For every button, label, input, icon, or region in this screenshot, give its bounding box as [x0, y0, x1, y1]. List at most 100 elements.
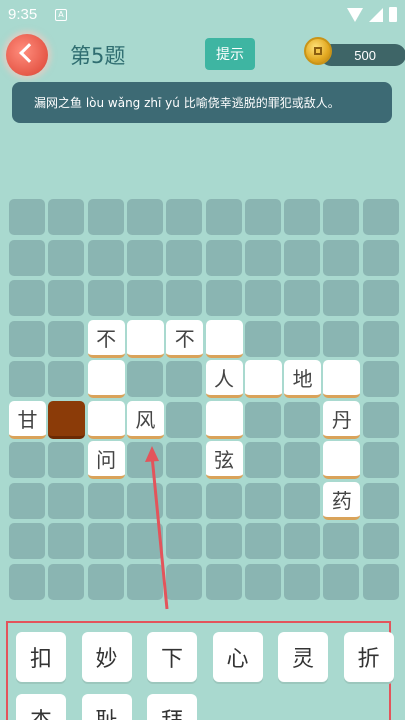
grid-cell	[87, 239, 124, 276]
grid-cell	[166, 239, 203, 276]
choice-character-button[interactable]: 耻	[81, 694, 132, 720]
grid-cell	[362, 523, 399, 559]
grid-cell	[87, 280, 124, 316]
grid-cell	[126, 239, 163, 276]
coin-icon	[304, 37, 332, 65]
grid-cell	[362, 401, 399, 438]
grid-cell	[166, 523, 203, 559]
letter-tile[interactable]: 问	[87, 441, 125, 479]
letter-tile[interactable]: 风	[126, 400, 164, 439]
grid-cell	[166, 199, 203, 235]
letter-tile[interactable]: 丹	[323, 400, 361, 439]
grid-cell	[323, 563, 360, 600]
grid-cell	[48, 563, 85, 600]
grid-cell	[244, 523, 281, 559]
grid-cell	[244, 563, 281, 600]
grid-cell	[284, 442, 321, 478]
choice-character-button[interactable]: 灵	[278, 632, 328, 682]
grid-cell	[48, 442, 85, 478]
letter-tile[interactable]: 甘	[9, 400, 46, 439]
signal-icon	[369, 7, 383, 22]
letter-tile[interactable]: 弦	[205, 441, 243, 479]
status-bar: 9:35 A	[0, 0, 405, 30]
grid-cell	[166, 280, 203, 316]
blank-tile[interactable]	[126, 319, 164, 358]
coin-balance: 500	[320, 44, 405, 66]
grid-cell	[284, 401, 321, 438]
chevron-left-icon	[19, 43, 39, 63]
blank-tile[interactable]	[87, 360, 125, 398]
grid-cell	[9, 199, 45, 235]
grid-cell	[87, 523, 124, 559]
grid-cell	[362, 361, 399, 397]
choice-character-button[interactable]: 折	[343, 632, 394, 682]
choice-character-button[interactable]: 扣	[16, 632, 66, 682]
grid-cell	[205, 563, 242, 600]
grid-cell	[205, 482, 242, 519]
choice-character-button[interactable]: 妙	[81, 632, 132, 682]
letter-tile[interactable]: 药	[323, 481, 361, 520]
grid-cell	[244, 442, 281, 478]
status-time: 9:35	[8, 6, 38, 23]
blank-tile[interactable]	[323, 441, 361, 479]
letter-tile[interactable]: 人	[205, 360, 243, 398]
grid-cell	[48, 239, 85, 276]
letter-tile[interactable]: 地	[284, 360, 322, 398]
grid-cell	[9, 239, 45, 276]
grid-cell	[48, 320, 85, 357]
letter-tile[interactable]: 不	[87, 319, 125, 358]
blank-tile[interactable]	[205, 400, 243, 439]
grid-cell	[284, 239, 321, 276]
grid-cell	[244, 199, 281, 235]
selected-blank-tile[interactable]	[48, 400, 86, 439]
grid-cell	[362, 563, 399, 600]
blank-tile[interactable]	[205, 319, 243, 358]
clue-text: 漏网之鱼 lòu wǎng zhī yú 比喻侥幸逃脱的罪犯或敌人。	[34, 96, 340, 110]
blank-tile[interactable]	[323, 360, 361, 398]
grid-cell	[9, 320, 45, 357]
grid-cell	[284, 523, 321, 559]
blank-tile[interactable]	[244, 360, 282, 398]
grid-cell	[126, 199, 163, 235]
grid-cell	[362, 280, 399, 316]
grid-cell	[48, 280, 85, 316]
grid-cell	[284, 320, 321, 357]
choice-character-button[interactable]: 拜	[147, 694, 197, 720]
grid-cell	[9, 563, 45, 600]
choice-character-button[interactable]: 杰	[16, 694, 66, 720]
wifi-icon	[347, 7, 363, 22]
grid-cell	[126, 442, 163, 478]
grid-cell	[48, 361, 85, 397]
grid-cell	[9, 361, 45, 397]
blank-tile[interactable]	[87, 400, 125, 439]
grid-cell	[323, 199, 360, 235]
grid-cell	[284, 280, 321, 316]
grid-cell	[205, 523, 242, 559]
grid-cell	[205, 199, 242, 235]
grid-cell	[205, 239, 242, 276]
hint-button[interactable]: 提示	[205, 38, 255, 70]
grid-cell	[244, 320, 281, 357]
grid-cell	[87, 199, 124, 235]
grid-cell	[9, 523, 45, 559]
grid-cell	[323, 523, 360, 559]
back-button[interactable]	[6, 34, 48, 76]
grid-cell	[362, 482, 399, 519]
choice-character-button[interactable]: 下	[147, 632, 197, 682]
grid-cell	[9, 280, 45, 316]
grid-cell	[284, 563, 321, 600]
grid-cell	[166, 482, 203, 519]
grid-cell	[284, 199, 321, 235]
idiom-clue: 漏网之鱼 lòu wǎng zhī yú 比喻侥幸逃脱的罪犯或敌人。	[12, 82, 392, 123]
grid-cell	[244, 482, 281, 519]
grid-cell	[9, 482, 45, 519]
grid-cell	[362, 199, 399, 235]
grid-cell	[166, 401, 203, 438]
grid-cell	[126, 482, 163, 519]
grid-cell	[323, 320, 360, 357]
grid-cell	[48, 523, 85, 559]
letter-tile[interactable]: 不	[166, 319, 204, 358]
choice-character-button[interactable]: 心	[212, 632, 263, 682]
grid-cell	[244, 280, 281, 316]
grid-cell	[166, 563, 203, 600]
